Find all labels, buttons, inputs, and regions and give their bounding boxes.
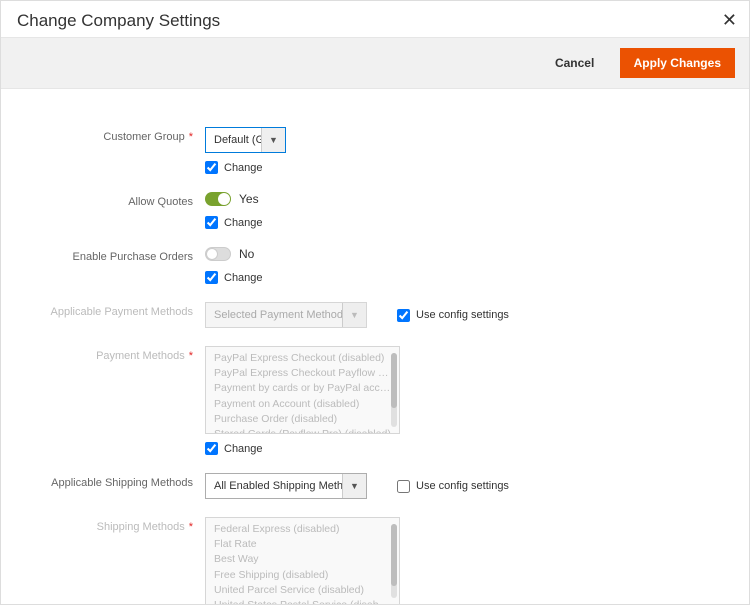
applicable-payment-use-config: Use config settings (397, 309, 509, 322)
applicable-payment-select: Selected Payment Methods ▼ (205, 302, 367, 328)
apply-changes-button[interactable]: Apply Changes (620, 48, 735, 78)
list-item: Purchase Order (disabled) (214, 412, 391, 427)
label-enable-po: Enable Purchase Orders (17, 247, 205, 263)
toolbar: Cancel Apply Changes (1, 37, 749, 89)
row-shipping-methods: Shipping Methods* Federal Express (disab… (17, 517, 733, 605)
modal-title: Change Company Settings (17, 11, 733, 31)
list-item: United Parcel Service (disabled) (214, 583, 391, 598)
shipping-methods-multiselect: Federal Express (disabled) Flat Rate Bes… (205, 517, 400, 605)
list-item: Stored Cards (Payflow Pro) (disabled) (214, 427, 391, 434)
row-enable-po-change: Change (17, 271, 733, 284)
row-applicable-payment: Applicable Payment Methods Selected Paym… (17, 302, 733, 328)
required-mark: * (189, 131, 193, 143)
row-customer-group: Customer Group* Default (Ge… ▼ (17, 127, 733, 153)
enable-po-toggle[interactable] (205, 247, 231, 261)
customer-group-select[interactable]: Default (Ge… ▼ (205, 127, 286, 153)
row-allow-quotes-change: Change (17, 216, 733, 229)
row-customer-group-change: Change (17, 161, 733, 174)
list-item: Free Shipping (disabled) (214, 568, 391, 583)
label-shipping-methods: Shipping Methods* (17, 517, 205, 533)
form-area: Customer Group* Default (Ge… ▼ Change Al… (1, 89, 749, 605)
modal-header: Change Company Settings ✕ (1, 1, 749, 37)
required-mark: * (189, 350, 193, 362)
list-item: Federal Express (disabled) (214, 522, 391, 537)
list-item: Best Way (214, 552, 391, 567)
row-enable-po: Enable Purchase Orders No (17, 247, 733, 263)
scrollbar[interactable] (391, 524, 397, 598)
close-icon[interactable]: ✕ (722, 11, 737, 29)
modal-change-company-settings: Change Company Settings ✕ Cancel Apply C… (0, 0, 750, 605)
row-payment-methods: Payment Methods* PayPal Express Checkout… (17, 346, 733, 434)
row-applicable-shipping: Applicable Shipping Methods All Enabled … (17, 473, 733, 499)
label-applicable-shipping: Applicable Shipping Methods (17, 473, 205, 489)
chevron-down-icon: ▼ (342, 474, 366, 498)
label-allow-quotes: Allow Quotes (17, 192, 205, 208)
required-mark: * (189, 521, 193, 533)
applicable-payment-use-config-checkbox[interactable] (397, 309, 410, 322)
allow-quotes-toggle[interactable] (205, 192, 231, 206)
row-allow-quotes: Allow Quotes Yes (17, 192, 733, 208)
chevron-down-icon: ▼ (261, 128, 285, 152)
enable-po-change-checkbox[interactable] (205, 271, 218, 284)
list-item: Flat Rate (214, 537, 391, 552)
scrollbar[interactable] (391, 353, 397, 427)
list-item: PayPal Express Checkout (disabled) (214, 351, 391, 366)
payment-methods-multiselect: PayPal Express Checkout (disabled) PayPa… (205, 346, 400, 434)
applicable-shipping-use-config: Use config settings (397, 480, 509, 493)
list-item: United States Postal Service (disabled) (214, 598, 391, 605)
list-item: PayPal Express Checkout Payflow Edition … (214, 366, 391, 381)
row-payment-methods-change: Change (17, 442, 733, 455)
customer-group-change-checkbox[interactable] (205, 161, 218, 174)
list-item: Payment on Account (disabled) (214, 397, 391, 412)
allow-quotes-change-checkbox[interactable] (205, 216, 218, 229)
label-payment-methods: Payment Methods* (17, 346, 205, 362)
payment-methods-change-checkbox[interactable] (205, 442, 218, 455)
applicable-shipping-use-config-checkbox[interactable] (397, 480, 410, 493)
cancel-button[interactable]: Cancel (541, 48, 608, 78)
label-customer-group: Customer Group* (17, 127, 205, 143)
applicable-shipping-select[interactable]: All Enabled Shipping Methods ▼ (205, 473, 367, 499)
chevron-down-icon: ▼ (342, 303, 366, 327)
list-item: Payment by cards or by PayPal account (d… (214, 381, 391, 396)
label-applicable-payment: Applicable Payment Methods (17, 302, 205, 318)
